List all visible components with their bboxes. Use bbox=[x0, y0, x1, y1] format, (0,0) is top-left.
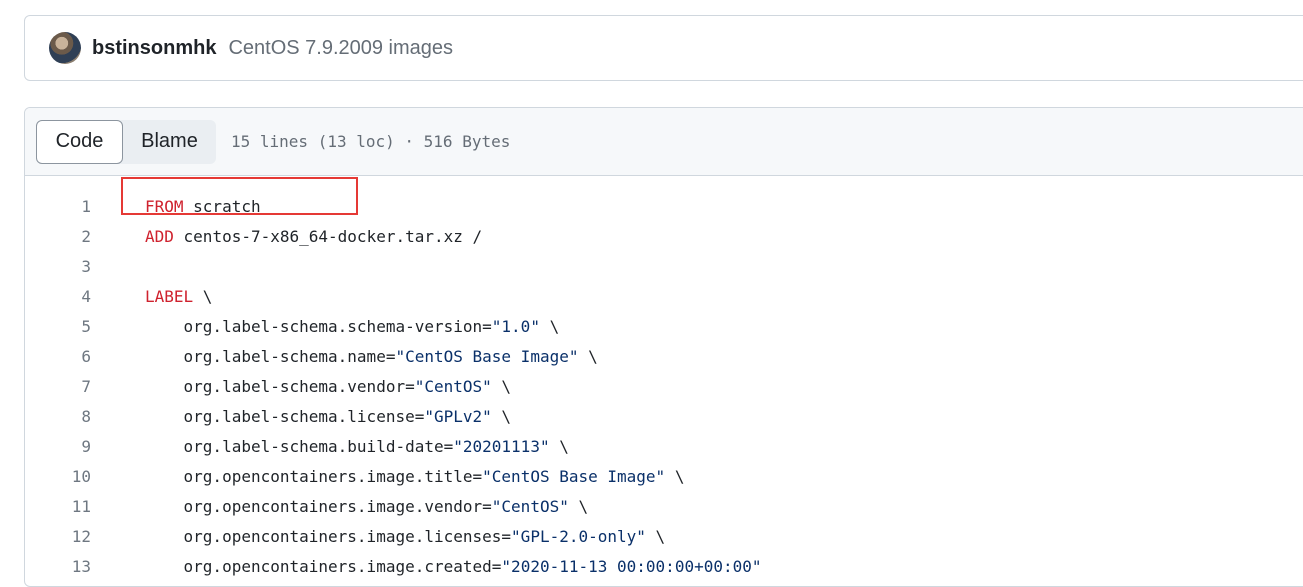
plain-token: \ bbox=[645, 526, 666, 546]
string-token: "2020-11-13 00:00:00+00:00" bbox=[501, 556, 762, 576]
code-line-text: org.label-schema.license="GPLv2" \ bbox=[91, 406, 512, 426]
string-token: "CentOS" bbox=[414, 376, 492, 396]
code-line: 2 ADD centos-7-x86_64-docker.tar.xz / bbox=[25, 221, 1303, 251]
code-line: 13 org.opencontainers.image.created="202… bbox=[25, 551, 1303, 581]
code-line: 11 org.opencontainers.image.vendor="Cent… bbox=[25, 491, 1303, 521]
line-number[interactable]: 3 bbox=[25, 257, 91, 276]
code-line-text: org.label-schema.schema-version="1.0" \ bbox=[91, 316, 560, 336]
plain-token: org.opencontainers.image.licenses= bbox=[145, 526, 512, 546]
code-line-text: org.label-schema.vendor="CentOS" \ bbox=[91, 376, 512, 396]
line-number[interactable]: 7 bbox=[25, 377, 91, 396]
plain-token: org.opencontainers.image.created= bbox=[145, 556, 502, 576]
code-line: 6 org.label-schema.name="CentOS Base Ima… bbox=[25, 341, 1303, 371]
plain-token: org.opencontainers.image.title= bbox=[145, 466, 483, 486]
blame-tab-button[interactable]: Blame bbox=[123, 120, 216, 164]
line-number[interactable]: 2 bbox=[25, 227, 91, 246]
string-token: "1.0" bbox=[491, 316, 540, 336]
string-token: "CentOS Base Image" bbox=[482, 466, 666, 486]
code-line-text: org.opencontainers.image.licenses="GPL-2… bbox=[91, 526, 666, 546]
keyword-token: FROM bbox=[145, 196, 184, 216]
keyword-token: LABEL bbox=[145, 286, 194, 306]
author-avatar[interactable] bbox=[49, 32, 81, 64]
plain-token: \ bbox=[568, 496, 589, 516]
line-number[interactable]: 1 bbox=[25, 197, 91, 216]
code-line-text: FROM scratch bbox=[91, 197, 261, 216]
commit-message-link[interactable]: CentOS 7.9.2009 images bbox=[228, 37, 453, 60]
code-line: 4 LABEL \ bbox=[25, 281, 1303, 311]
string-token: "GPL-2.0-only" bbox=[511, 526, 646, 546]
code-line: 10 org.opencontainers.image.title="CentO… bbox=[25, 461, 1303, 491]
code-line-text: LABEL \ bbox=[91, 287, 212, 306]
line-number[interactable]: 10 bbox=[25, 467, 91, 486]
line-number[interactable]: 11 bbox=[25, 497, 91, 516]
file-info-text: 15 lines (13 loc) · 516 Bytes bbox=[231, 132, 511, 151]
plain-token: org.label-schema.license= bbox=[145, 406, 425, 426]
code-line-text: org.opencontainers.image.created="2020-1… bbox=[91, 557, 762, 576]
code-blame-toggle: Code Blame bbox=[36, 119, 216, 164]
plain-token: \ bbox=[491, 376, 512, 396]
plain-token: org.label-schema.schema-version= bbox=[145, 316, 492, 336]
plain-token: \ bbox=[549, 436, 569, 456]
code-line: 12 org.opencontainers.image.licenses="GP… bbox=[25, 521, 1303, 551]
plain-token: org.label-schema.build-date= bbox=[145, 436, 454, 456]
plain-token: org.label-schema.name= bbox=[145, 346, 396, 366]
code-line-text: org.label-schema.name="CentOS Base Image… bbox=[91, 347, 598, 366]
code-line: 1 FROM scratch bbox=[25, 191, 1303, 221]
plain-token: \ bbox=[665, 466, 685, 486]
string-token: "CentOS" bbox=[491, 496, 569, 516]
code-line: 7 org.label-schema.vendor="CentOS" \ bbox=[25, 371, 1303, 401]
string-token: "CentOS Base Image" bbox=[395, 346, 579, 366]
code-view[interactable]: 1 FROM scratch 2 ADD centos-7-x86_64-docker… bbox=[25, 176, 1303, 581]
plain-token: scratch bbox=[183, 196, 261, 216]
code-line-text: org.label-schema.build-date="20201113" \ bbox=[91, 437, 569, 456]
code-line: 9 org.label-schema.build-date="20201113"… bbox=[25, 431, 1303, 461]
keyword-token: ADD bbox=[145, 226, 174, 246]
plain-token: \ bbox=[578, 346, 598, 366]
line-number[interactable]: 9 bbox=[25, 437, 91, 456]
code-line-text: org.opencontainers.image.vendor="CentOS"… bbox=[91, 496, 589, 516]
code-tab-button[interactable]: Code bbox=[36, 119, 123, 164]
string-token: "GPLv2" bbox=[424, 406, 492, 426]
plain-token: org.opencontainers.image.vendor= bbox=[145, 496, 492, 516]
commit-author-link[interactable]: bstinsonmhk bbox=[92, 37, 216, 60]
code-line-text: ADD centos-7-x86_64-docker.tar.xz / bbox=[91, 227, 482, 246]
code-line: 3 bbox=[25, 251, 1303, 281]
line-number[interactable]: 12 bbox=[25, 527, 91, 546]
plain-token: \ bbox=[491, 406, 512, 426]
file-viewer: Code Blame 15 lines (13 loc) · 516 Bytes… bbox=[24, 107, 1303, 587]
code-line: 5 org.label-schema.schema-version="1.0" … bbox=[25, 311, 1303, 341]
string-token: "20201113" bbox=[453, 436, 550, 456]
line-number[interactable]: 6 bbox=[25, 347, 91, 366]
code-line-text: org.opencontainers.image.title="CentOS B… bbox=[91, 466, 685, 486]
line-number[interactable]: 13 bbox=[25, 557, 91, 576]
code-line: 8 org.label-schema.license="GPLv2" \ bbox=[25, 401, 1303, 431]
plain-token: org.label-schema.vendor= bbox=[145, 376, 415, 396]
file-header: Code Blame 15 lines (13 loc) · 516 Bytes bbox=[25, 108, 1303, 176]
line-number[interactable]: 8 bbox=[25, 407, 91, 426]
latest-commit-bar: bstinsonmhk CentOS 7.9.2009 images bbox=[24, 15, 1303, 81]
line-number[interactable]: 5 bbox=[25, 317, 91, 336]
line-number[interactable]: 4 bbox=[25, 287, 91, 306]
plain-token: \ bbox=[539, 316, 560, 336]
plain-token: centos-7-x86_64-docker.tar.xz / bbox=[173, 226, 483, 246]
plain-token: \ bbox=[193, 286, 213, 306]
